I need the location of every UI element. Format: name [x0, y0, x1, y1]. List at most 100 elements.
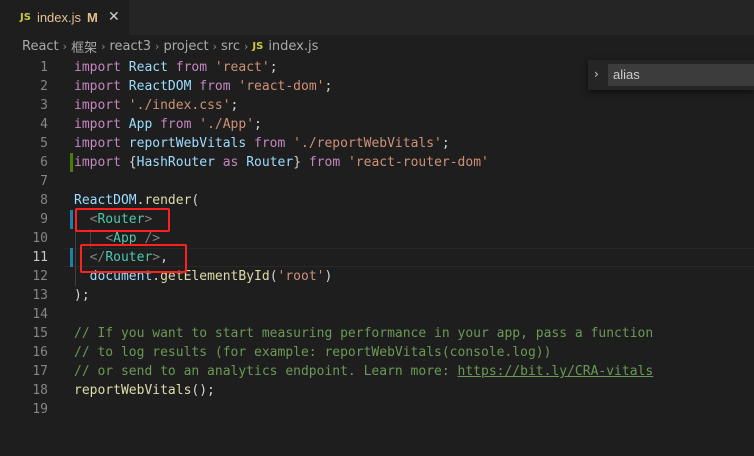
- line-number: 2: [40, 79, 48, 94]
- breadcrumb-item-react3[interactable]: react3: [110, 39, 152, 54]
- close-icon[interactable]: ✕: [108, 9, 120, 25]
- line-number: 11: [32, 250, 48, 265]
- code-token: as: [222, 155, 239, 170]
- tab-index-js[interactable]: JS index.js M ✕: [0, 0, 129, 35]
- code-token: 'react-dom': [238, 79, 325, 94]
- code-token: import: [74, 98, 121, 113]
- find-input[interactable]: alias: [608, 64, 754, 86]
- breadcrumb-item-project[interactable]: project: [163, 39, 208, 54]
- code-token: reportWebVitals: [74, 383, 192, 398]
- line-number: 14: [32, 307, 48, 322]
- code-token: ;: [254, 117, 262, 132]
- code-token: from: [160, 117, 192, 132]
- code-line[interactable]: 15 // If you want to start measuring perf…: [0, 324, 754, 343]
- code-text: import ReactDOM from 'react-dom';: [74, 77, 332, 96]
- code-text: );: [74, 286, 90, 305]
- code-token: ReactDOM: [128, 79, 192, 94]
- code-line[interactable]: 3 import './index.css';: [0, 96, 754, 115]
- code-token: // to log results (for example: reportWe…: [74, 345, 552, 360]
- chevron-right-icon: ›: [155, 39, 160, 53]
- code-text: // or send to an analytics endpoint. Lea…: [74, 362, 653, 381]
- code-token: ;: [230, 98, 239, 113]
- line-number: 18: [32, 383, 48, 398]
- highlight-box-router-open: [75, 208, 170, 232]
- code-token: './index.css': [128, 98, 231, 113]
- modified-indicator: M: [87, 10, 98, 25]
- git-modified-marker: [70, 210, 73, 229]
- code-line[interactable]: 18 reportWebVitals();: [0, 381, 754, 400]
- line-number: 13: [32, 288, 48, 303]
- code-token: );: [74, 288, 90, 303]
- find-widget: › alias: [588, 60, 754, 90]
- line-number: 9: [40, 212, 48, 227]
- code-token: HashRouter: [136, 155, 215, 170]
- code-line[interactable]: 14: [0, 305, 754, 324]
- code-token: (: [269, 269, 278, 284]
- code-line[interactable]: 7: [0, 172, 754, 191]
- code-token: React: [128, 60, 168, 75]
- code-text: import './index.css';: [74, 96, 238, 115]
- breadcrumb-item-react[interactable]: React: [22, 39, 59, 54]
- code-token: // or send to an analytics endpoint. Lea…: [74, 364, 458, 379]
- line-number: 19: [32, 402, 48, 417]
- code-token: import: [74, 117, 121, 132]
- code-line[interactable]: 17 // or send to an analytics endpoint. L…: [0, 362, 754, 381]
- git-added-marker: [70, 153, 73, 172]
- code-token: 'react-router-dom': [347, 155, 489, 170]
- breadcrumb-item-framework[interactable]: 框架: [71, 37, 97, 56]
- code-token: import: [74, 155, 121, 170]
- code-token: reportWebVitals: [128, 136, 247, 151]
- code-token: render: [144, 193, 192, 208]
- tab-bar: JS index.js M ✕: [0, 0, 754, 35]
- js-file-icon: JS: [252, 40, 264, 52]
- chevron-right-icon: ›: [212, 39, 217, 53]
- breadcrumb: React › 框架 › react3 › project › src › JS…: [0, 35, 754, 57]
- chevron-right-icon: ›: [243, 39, 249, 53]
- code-text: // If you want to start measuring perfor…: [74, 324, 653, 343]
- line-number: 3: [40, 98, 48, 113]
- code-token: from: [175, 60, 208, 75]
- code-text: reportWebVitals();: [74, 381, 215, 400]
- code-token: ;: [269, 60, 278, 75]
- code-token: ReactDOM: [74, 193, 137, 208]
- js-file-icon: JS: [20, 12, 31, 23]
- breadcrumb-item-src[interactable]: src: [221, 39, 240, 54]
- breadcrumb-item-file[interactable]: index.js: [268, 39, 318, 54]
- code-token: import: [74, 79, 121, 94]
- code-token: import: [74, 136, 121, 151]
- line-number: 10: [32, 231, 48, 246]
- line-number: 8: [40, 193, 48, 208]
- code-line[interactable]: 13);: [0, 286, 754, 305]
- line-number: 5: [40, 136, 48, 151]
- code-token: ): [324, 269, 333, 284]
- tab-label: index.js: [36, 10, 82, 25]
- line-number: 17: [32, 364, 48, 379]
- chevron-right-icon: ›: [101, 39, 106, 53]
- code-token: ;: [441, 136, 450, 151]
- code-line[interactable]: 5 import reportWebVitals from './reportWe…: [0, 134, 754, 153]
- code-token: 'root': [277, 269, 325, 284]
- code-line[interactable]: 4 import App from './App';: [0, 115, 754, 134]
- code-line[interactable]: 6 import {HashRouter as Router} from 'rea…: [0, 153, 754, 172]
- git-modified-marker: [70, 248, 73, 267]
- code-line[interactable]: 16 // to log results (for example: report…: [0, 343, 754, 362]
- line-number: 16: [32, 345, 48, 360]
- expand-replace-toggle[interactable]: ›: [594, 67, 599, 81]
- code-line[interactable]: 19: [0, 400, 754, 419]
- code-token: // If you want to start measuring perfor…: [74, 326, 654, 341]
- code-token: https://bit.ly/CRA-vitals: [457, 364, 654, 379]
- code-token: 'react': [214, 60, 270, 75]
- code-token: from: [254, 136, 286, 151]
- code-token: import: [74, 60, 121, 75]
- code-token: }: [293, 155, 309, 170]
